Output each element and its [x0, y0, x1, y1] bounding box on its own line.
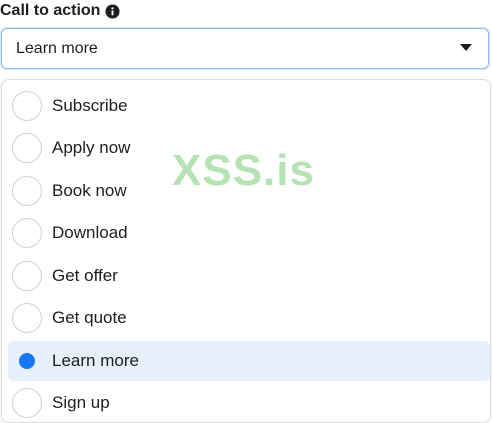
- option-get-offer[interactable]: Get offer: [8, 256, 490, 296]
- radio-button[interactable]: [12, 91, 42, 121]
- select-value: Learn more: [16, 39, 98, 57]
- option-label: Download: [52, 223, 128, 242]
- option-get-quote[interactable]: Get quote: [8, 298, 490, 338]
- radio-button[interactable]: [12, 218, 42, 248]
- option-label: Subscribe: [52, 96, 128, 115]
- option-book-now[interactable]: Book now: [8, 171, 490, 211]
- call-to-action-select[interactable]: Learn more: [1, 28, 489, 69]
- radio-button[interactable]: [12, 303, 42, 333]
- option-apply-now[interactable]: Apply now: [8, 128, 490, 168]
- options-dropdown: Subscribe Apply now Book now Download Ge…: [1, 79, 491, 423]
- option-subscribe[interactable]: Subscribe: [8, 86, 490, 126]
- info-circle-icon[interactable]: [105, 3, 120, 19]
- radio-dot: [19, 353, 35, 369]
- radio-button[interactable]: [12, 176, 42, 206]
- call-to-action-picker: Call to action Learn more Subscribe Appl…: [0, 0, 492, 423]
- caret-down-icon: [460, 44, 472, 51]
- radio-button[interactable]: [12, 388, 42, 418]
- radio-button[interactable]: [12, 133, 42, 163]
- option-label: Get offer: [52, 266, 118, 285]
- option-label: Book now: [52, 181, 127, 200]
- option-label: Sign up: [52, 393, 110, 412]
- field-label-row: Call to action: [0, 0, 120, 22]
- field-label: Call to action: [0, 2, 101, 19]
- option-sign-up[interactable]: Sign up: [8, 383, 490, 423]
- option-label: Learn more: [52, 351, 139, 370]
- option-label: Get quote: [52, 308, 127, 327]
- option-label: Apply now: [52, 138, 131, 157]
- option-download[interactable]: Download: [8, 213, 490, 253]
- radio-button[interactable]: [12, 261, 42, 291]
- radio-button-checked[interactable]: [12, 346, 42, 376]
- option-learn-more[interactable]: Learn more: [8, 341, 490, 381]
